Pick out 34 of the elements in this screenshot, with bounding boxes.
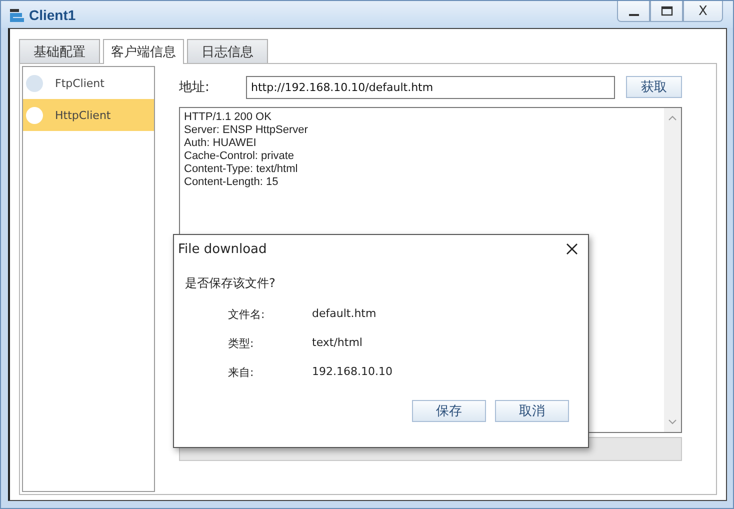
scrollbar[interactable] [664, 108, 681, 432]
dialog-button[interactable]: 取消 [495, 400, 569, 422]
field-label: 类型: [228, 336, 255, 351]
response-line: Content-Type: text/html [184, 163, 299, 176]
circle-icon [26, 106, 43, 124]
fetch-button[interactable]: 获取 [626, 76, 682, 98]
dialog-title: File download [178, 242, 267, 256]
circle-icon [26, 74, 43, 92]
field-label: 文件名: [228, 307, 266, 322]
minimize-button[interactable] [617, 1, 650, 22]
window-title: Client1 [29, 6, 76, 22]
field-value: text/html [312, 336, 362, 351]
response-line: HTTP/1.1 200 OK [184, 111, 272, 124]
dialog-button[interactable]: 保存 [412, 400, 486, 422]
tab[interactable]: 基础配置 [19, 39, 100, 63]
maximize-button[interactable] [650, 1, 683, 22]
minimize-icon [628, 14, 638, 16]
sidebar-item[interactable]: FtpClient [23, 67, 154, 99]
response-line: Content-Length: 15 [184, 176, 280, 189]
address-field[interactable]: http://192.168.10.10/default.htm [246, 76, 615, 98]
tab[interactable]: 日志信息 [187, 39, 268, 63]
response-line: Server: ENSP HttpServer [184, 124, 309, 137]
field-label: 来自: [228, 365, 255, 380]
response-line: Cache-Control: private [184, 150, 296, 163]
maximize-icon [660, 6, 672, 16]
response-line: Auth: HUAWEI [184, 137, 258, 150]
field-value: 192.168.10.10 [312, 365, 392, 380]
dialog-question: 是否保存该文件? [185, 275, 276, 292]
sidebar-item[interactable]: HttpClient [23, 99, 154, 131]
tab[interactable]: 客户端信息 [103, 39, 184, 64]
close-icon[interactable] [565, 242, 579, 256]
close-button[interactable]: X [683, 1, 723, 22]
field-value: default.htm [312, 307, 376, 322]
address-label: 地址: [179, 79, 210, 96]
